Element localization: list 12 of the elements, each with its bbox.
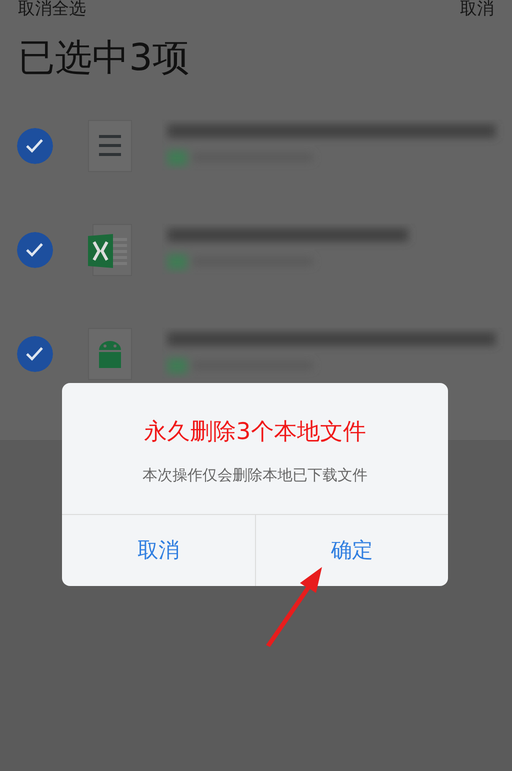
spreadsheet-icon <box>88 224 132 276</box>
document-icon <box>88 120 132 172</box>
checkbox[interactable] <box>17 232 53 268</box>
select-all-link[interactable]: 取消全选 <box>18 0 86 18</box>
dialog-message: 本次操作仅会删除本地已下载文件 <box>142 464 368 486</box>
checkbox[interactable] <box>17 336 53 372</box>
cancel-button[interactable]: 取消 <box>62 515 254 586</box>
android-icon <box>88 328 132 380</box>
dialog-title: 永久删除3个本地文件 <box>143 418 367 447</box>
checkbox[interactable] <box>17 128 53 164</box>
page-title: 已选中3项 <box>17 35 191 80</box>
cancel-link[interactable]: 取消 <box>460 0 494 18</box>
